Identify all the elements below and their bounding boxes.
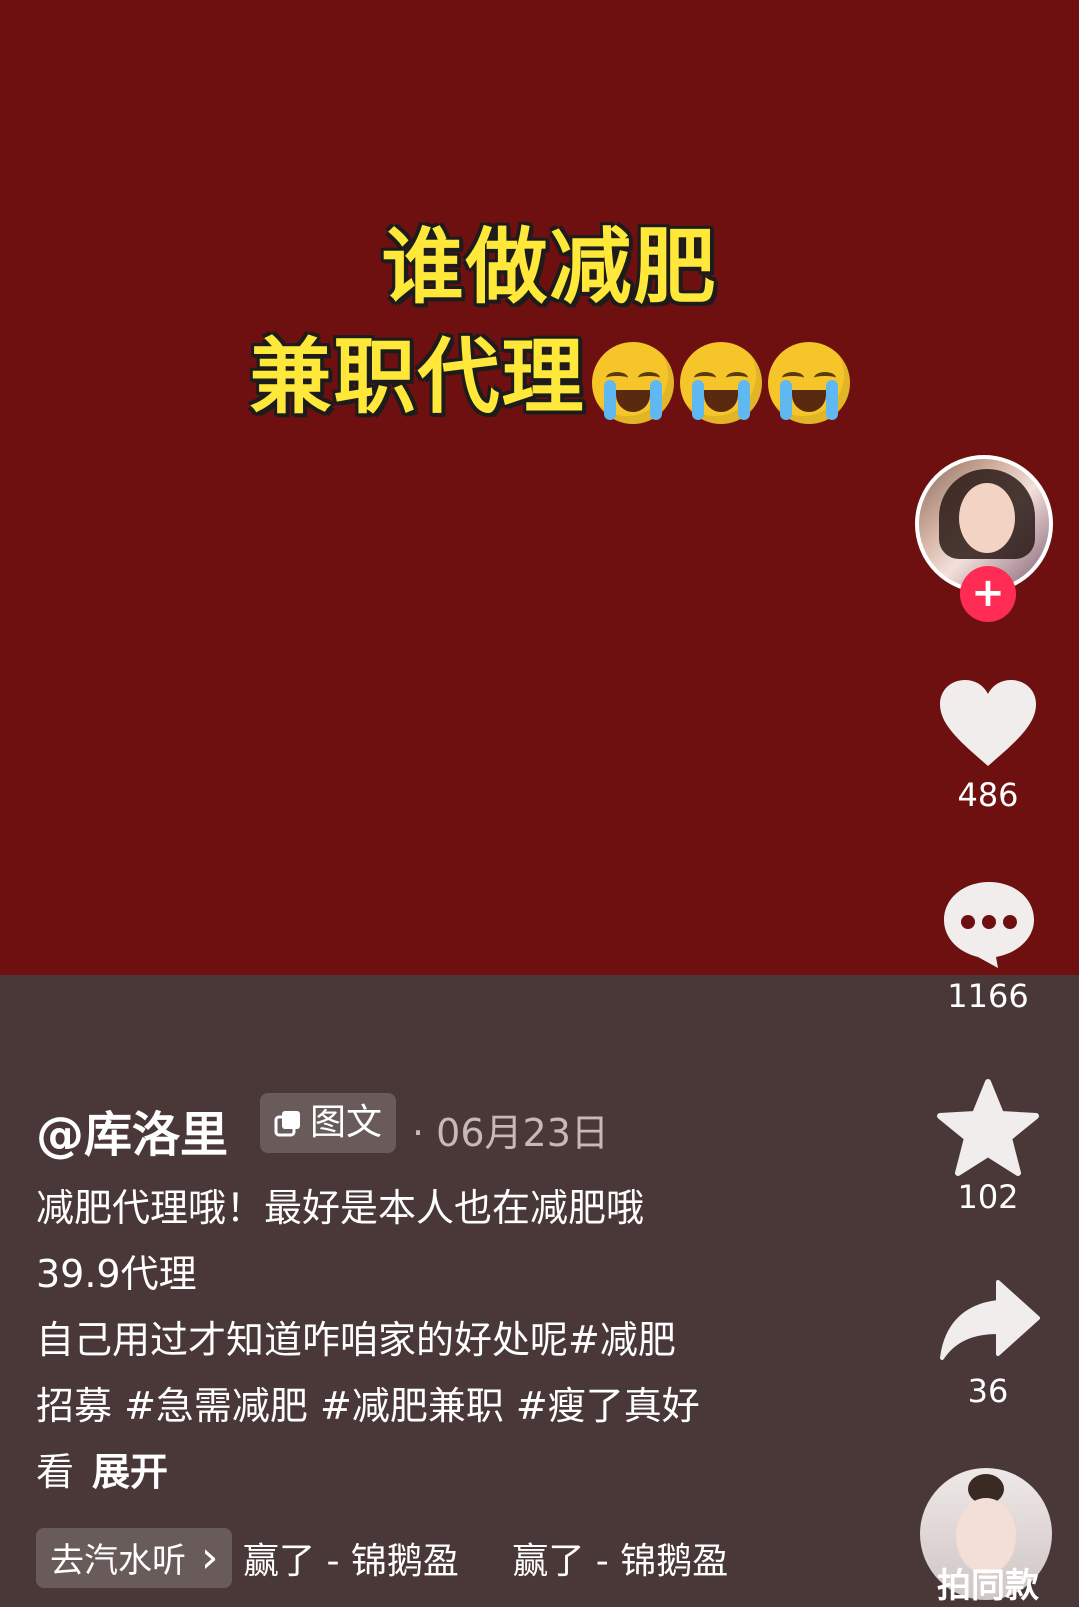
loudly-crying-face-icon (591, 341, 674, 424)
favorite-count: 102 (957, 1178, 1019, 1216)
image-text-icon (274, 1111, 300, 1137)
favorite-star-icon[interactable] (936, 1078, 1040, 1178)
loudly-crying-face-icon (767, 341, 850, 424)
video-content[interactable] (0, 0, 1079, 975)
follow-button[interactable]: + (960, 566, 1016, 622)
desc-line: 自己用过才知道咋咱家的好处呢#减肥 (36, 1318, 676, 1362)
post-type-label: 图文 (310, 1102, 383, 1143)
avatar-face (959, 483, 1015, 553)
video-headline-line2: 兼职代理 (10, 310, 1079, 429)
like-count: 486 (957, 776, 1019, 814)
post-type-badge: 图文 (260, 1093, 397, 1153)
like-heart-icon[interactable] (938, 678, 1038, 770)
music-track-title: 赢了 - 锦鹅盈 (512, 1541, 729, 1582)
comment-bubble-icon[interactable] (940, 878, 1038, 970)
post-date: · 06月23日 (412, 1111, 609, 1155)
listen-chip-label: 去汽水听 (50, 1541, 186, 1581)
share-count: 36 (967, 1372, 1009, 1410)
video-headline-line1: 谁做减肥 (381, 220, 718, 315)
desc-line: 招募 #急需减肥 #减肥兼职 #瘦了真好 (36, 1384, 700, 1428)
listen-on-qishui-button[interactable]: 去汽水听 › (36, 1528, 233, 1588)
desc-line: 看展开 (36, 1450, 169, 1494)
music-track-title: 赢了 - 锦鹅盈 (243, 1541, 459, 1582)
expand-button[interactable]: 展开 (92, 1450, 168, 1494)
author-name[interactable]: @库洛里 (36, 1095, 228, 1165)
comment-count: 1166 (947, 977, 1029, 1015)
share-arrow-icon[interactable] (938, 1278, 1042, 1362)
music-marquee[interactable]: 赢了 - 锦鹅盈 赢了 - 锦鹅盈 (243, 1532, 770, 1584)
chevron-right-icon: › (200, 1532, 219, 1583)
loudly-crying-face-icon (679, 341, 762, 424)
post-description[interactable]: 减肥代理哦！最好是本人也在减肥哦 39.9代理 自己用过才知道咋咱家的好处呢#减… (36, 1175, 796, 1505)
desc-line: 减肥代理哦！最好是本人也在减肥哦 (36, 1186, 645, 1230)
make-same-style-button[interactable]: 拍同款 (918, 1558, 1058, 1607)
desc-line: 39.9代理 (36, 1252, 197, 1296)
